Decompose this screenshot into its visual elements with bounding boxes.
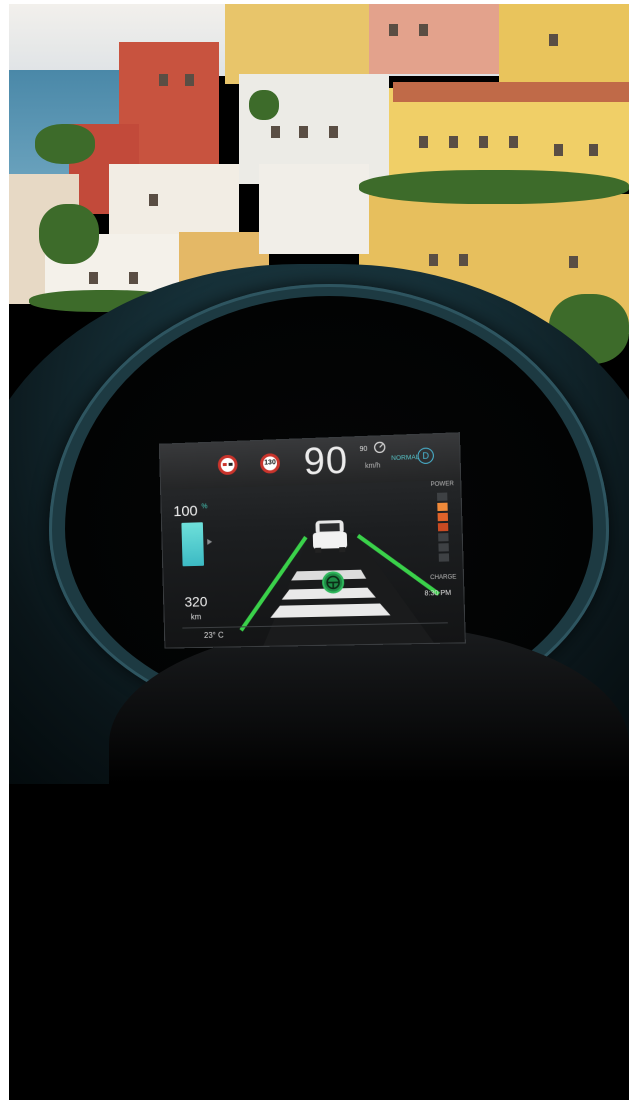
power-meter-segment: [438, 543, 449, 552]
battery-percent-unit: %: [201, 503, 208, 511]
range-unit: km: [190, 612, 202, 622]
battery-pointer-icon: [207, 538, 213, 545]
power-meter-segment: [437, 522, 449, 532]
screenshot-frame: 130 90 90 km/h NORMAL D 100 % 320 km POW…: [9, 4, 629, 1100]
battery-percent: 100: [173, 502, 198, 521]
range-value: 320: [184, 593, 208, 610]
power-meter-segment: [437, 512, 449, 522]
car-icon: [312, 519, 348, 553]
battery-level-bar: [181, 522, 205, 567]
power-meter-segment: [437, 502, 448, 512]
digital-instrument-cluster: 130 90 90 km/h NORMAL D 100 % 320 km POW…: [158, 432, 466, 649]
steering-wheel-icon: [321, 571, 345, 594]
power-label: POWER: [430, 481, 454, 488]
power-meter-segment: [438, 533, 449, 542]
clock: 8:30 PM: [424, 589, 452, 598]
outside-temperature: 23° C: [203, 630, 224, 640]
charge-label: CHARGE: [430, 574, 457, 582]
power-meter-segment: [436, 492, 448, 501]
power-meter-segment: [438, 553, 450, 562]
